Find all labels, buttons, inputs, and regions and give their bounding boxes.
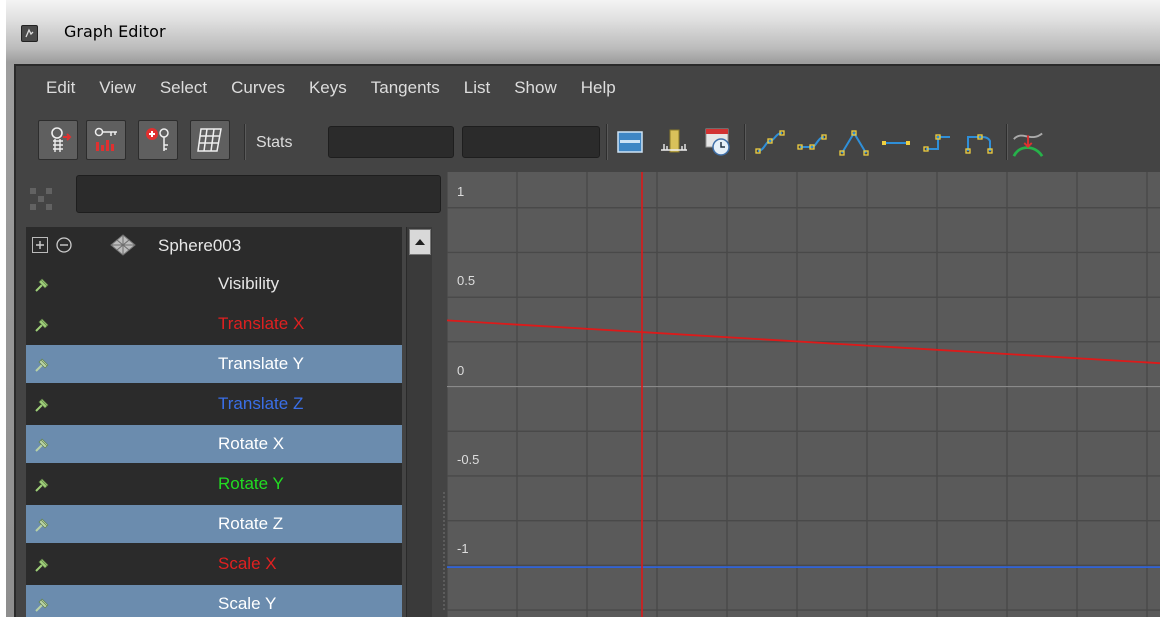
move-keys-button[interactable] bbox=[38, 120, 78, 160]
y-tick-label: -0.5 bbox=[457, 451, 480, 467]
attribute-label: Rotate Z bbox=[218, 514, 284, 533]
window-title: Graph Editor bbox=[64, 22, 166, 41]
menu-list[interactable]: List bbox=[464, 78, 490, 98]
outliner-scrollbar[interactable] bbox=[406, 227, 432, 617]
outliner-filter-input[interactable] bbox=[76, 175, 441, 213]
frame-playback-range-button[interactable] bbox=[658, 124, 690, 160]
move-keys-icon bbox=[51, 127, 72, 152]
stats-label: Stats bbox=[256, 134, 293, 151]
y-tick-label: 0 bbox=[457, 362, 465, 378]
add-keys-button[interactable] bbox=[138, 120, 178, 160]
attribute-label: Translate Y bbox=[218, 354, 304, 373]
curve-outliner: Sphere003 Visibility Translate X Translate… bbox=[16, 172, 441, 617]
frame-all-button[interactable] bbox=[614, 124, 646, 160]
object-name: Sphere003 bbox=[158, 236, 242, 255]
attribute-label: Translate Z bbox=[218, 394, 304, 413]
insert-keys-button[interactable] bbox=[86, 120, 126, 160]
step-tangents-button[interactable] bbox=[922, 124, 954, 160]
frame-range-icon bbox=[661, 129, 687, 153]
toolbar: Stats bbox=[16, 112, 1160, 172]
clamped-tangent-icon bbox=[797, 134, 827, 150]
add-key-icon bbox=[146, 128, 169, 151]
object-row-sphere003[interactable]: Sphere003 bbox=[26, 227, 402, 265]
toolbar-separator bbox=[1006, 124, 1008, 160]
plateau-tangents-button[interactable] bbox=[964, 124, 996, 160]
menu-edit[interactable]: Edit bbox=[46, 78, 75, 98]
center-current-time-button[interactable] bbox=[702, 124, 734, 160]
menu-curves[interactable]: Curves bbox=[231, 78, 285, 98]
linear-tangent-icon bbox=[839, 130, 869, 156]
plus-box-icon[interactable] bbox=[32, 237, 48, 253]
scroll-up-button[interactable] bbox=[409, 229, 431, 255]
graph-view[interactable]: 1 0.5 0 -0.5 -1 bbox=[447, 172, 1160, 617]
clamped-tangents-button[interactable] bbox=[796, 124, 828, 160]
key-graph-icon bbox=[94, 127, 117, 151]
filter-icon bbox=[30, 188, 52, 210]
menu-tangents[interactable]: Tangents bbox=[371, 78, 440, 98]
title-bar[interactable]: Graph Editor bbox=[6, 0, 1160, 64]
attribute-label: Rotate X bbox=[218, 434, 285, 453]
toolbar-separator bbox=[606, 124, 608, 160]
editor-client: Edit View Select Curves Keys Tangents Li… bbox=[14, 64, 1160, 617]
menu-bar: Edit View Select Curves Keys Tangents Li… bbox=[16, 66, 1160, 110]
pin-icon[interactable] bbox=[34, 435, 52, 453]
attribute-label: Rotate Y bbox=[218, 474, 284, 493]
flat-tangent-icon bbox=[882, 141, 910, 145]
pin-icon[interactable] bbox=[34, 555, 52, 573]
toolbar-separator bbox=[244, 124, 246, 160]
buffer-curve-button[interactable] bbox=[1012, 124, 1044, 160]
attribute-row[interactable]: Rotate Y bbox=[26, 465, 402, 503]
pin-icon[interactable] bbox=[34, 275, 52, 293]
pin-icon[interactable] bbox=[34, 395, 52, 413]
attribute-row[interactable]: Visibility bbox=[26, 265, 402, 303]
toolbar-separator bbox=[744, 124, 746, 160]
attribute-label: Visibility bbox=[218, 274, 280, 293]
menu-help[interactable]: Help bbox=[581, 78, 616, 98]
pin-icon[interactable] bbox=[34, 475, 52, 493]
menu-keys[interactable]: Keys bbox=[309, 78, 347, 98]
attribute-row[interactable]: Translate Y bbox=[26, 345, 402, 383]
plateau-tangent-icon bbox=[965, 134, 993, 154]
lattice-icon bbox=[197, 128, 222, 152]
curve-graph[interactable] bbox=[447, 172, 1160, 617]
attribute-label: Scale X bbox=[218, 554, 277, 573]
attribute-row[interactable]: Rotate X bbox=[26, 425, 402, 463]
frame-all-icon bbox=[617, 131, 643, 153]
menu-show[interactable]: Show bbox=[514, 78, 557, 98]
attribute-row[interactable]: Scale Y bbox=[26, 585, 402, 617]
linear-tangents-button[interactable] bbox=[838, 124, 870, 160]
stats-field-2[interactable] bbox=[462, 126, 600, 158]
stats-field-1[interactable] bbox=[328, 126, 454, 158]
graph-editor-window: Graph Editor Edit View Select Curves Key… bbox=[6, 0, 1160, 617]
triangle-up-icon bbox=[415, 239, 425, 245]
clock-icon bbox=[705, 128, 730, 156]
menu-view[interactable]: View bbox=[99, 78, 136, 98]
attribute-row[interactable]: Scale X bbox=[26, 545, 402, 583]
flat-tangents-button[interactable] bbox=[880, 124, 912, 160]
attribute-row[interactable]: Rotate Z bbox=[26, 505, 402, 543]
attribute-label: Scale Y bbox=[218, 594, 277, 613]
pin-icon[interactable] bbox=[34, 355, 52, 373]
pin-icon[interactable] bbox=[34, 315, 52, 333]
y-tick-label: 1 bbox=[457, 183, 465, 199]
attribute-label: Translate X bbox=[218, 314, 305, 333]
y-tick-label: 0.5 bbox=[457, 273, 476, 289]
pin-icon[interactable] bbox=[34, 515, 52, 533]
mesh-icon bbox=[108, 233, 138, 257]
menu-select[interactable]: Select bbox=[160, 78, 207, 98]
minus-circle-icon[interactable] bbox=[55, 236, 73, 254]
spline-tangents-button[interactable] bbox=[754, 124, 786, 160]
spline-tangent-icon bbox=[755, 130, 785, 154]
y-tick-label: -1 bbox=[457, 541, 469, 557]
lattice-deform-button[interactable] bbox=[190, 120, 230, 160]
attribute-row[interactable]: Translate Z bbox=[26, 385, 402, 423]
app-icon bbox=[21, 25, 38, 42]
step-tangent-icon bbox=[923, 134, 950, 152]
attribute-list: Sphere003 Visibility Translate X Translate… bbox=[26, 227, 402, 617]
pin-icon[interactable] bbox=[34, 595, 52, 613]
attribute-row[interactable]: Translate X bbox=[26, 305, 402, 343]
buffer-curve-icon bbox=[1012, 132, 1044, 157]
